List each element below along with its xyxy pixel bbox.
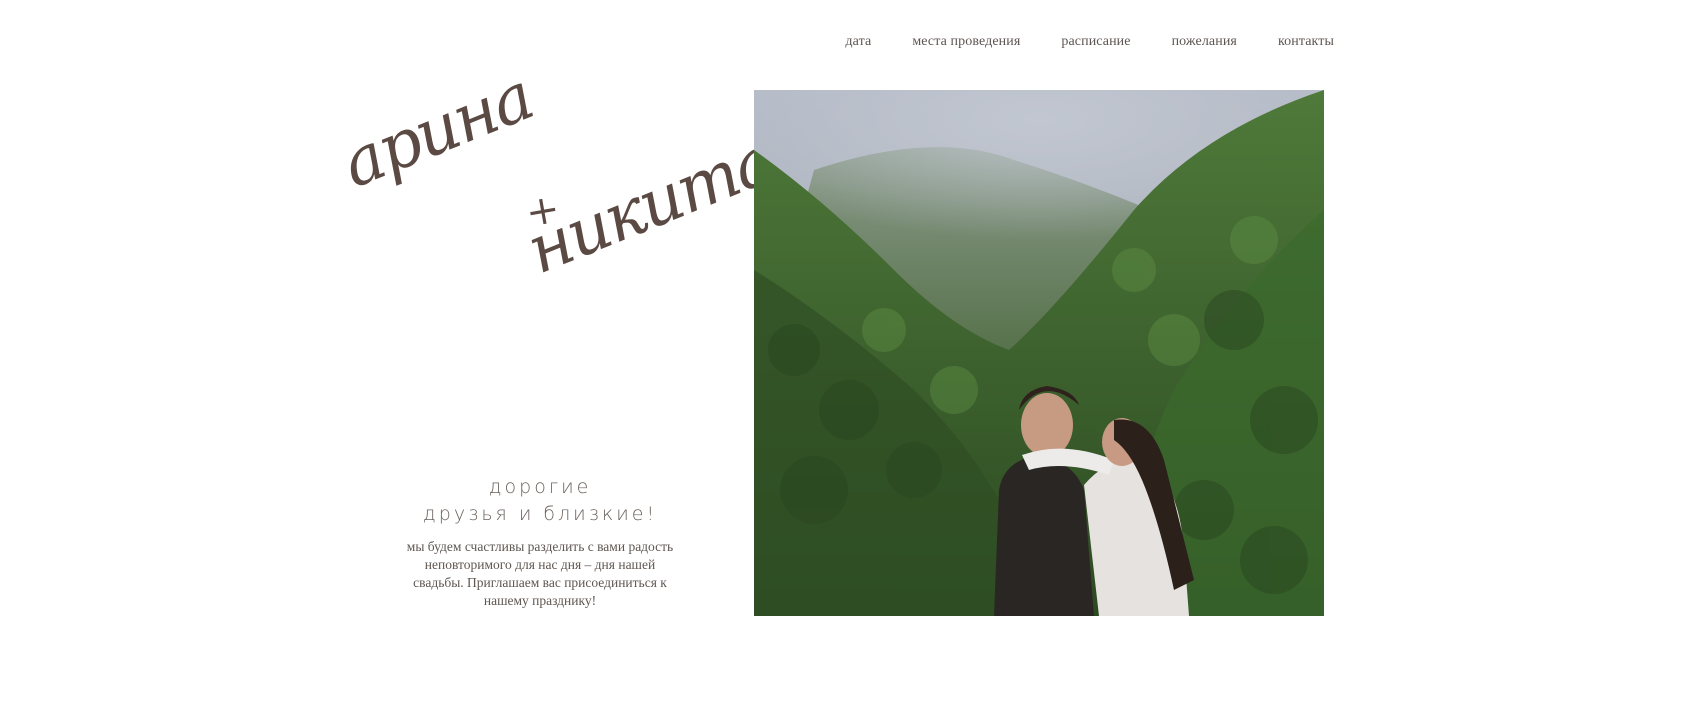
greeting-block: дорогие друзья и близкие! мы будем счаст… (380, 474, 700, 610)
main-nav: дата места проведения расписание пожелан… (845, 34, 1334, 50)
nav-link-date[interactable]: дата (845, 34, 871, 50)
greeting-heading-line-2: друзья и близкие! (422, 503, 658, 525)
nav-link-wishes[interactable]: пожелания (1172, 34, 1237, 50)
page: дата места проведения расписание пожелан… (0, 0, 1687, 724)
greeting-heading-line-1: дорогие (488, 476, 592, 498)
invitation-text: мы будем счастливы разделить с вами радо… (406, 539, 674, 608)
forest-couple-image (754, 90, 1324, 616)
bride-name: арина (331, 57, 543, 203)
nav-link-schedule[interactable]: расписание (1061, 34, 1130, 50)
groom-name: никита (516, 121, 785, 289)
nav-link-venues[interactable]: места проведения (912, 34, 1020, 50)
nav-link-contacts[interactable]: контакты (1278, 34, 1334, 50)
couple-names: арина + никита (331, 58, 784, 348)
couple-photo (754, 90, 1324, 616)
